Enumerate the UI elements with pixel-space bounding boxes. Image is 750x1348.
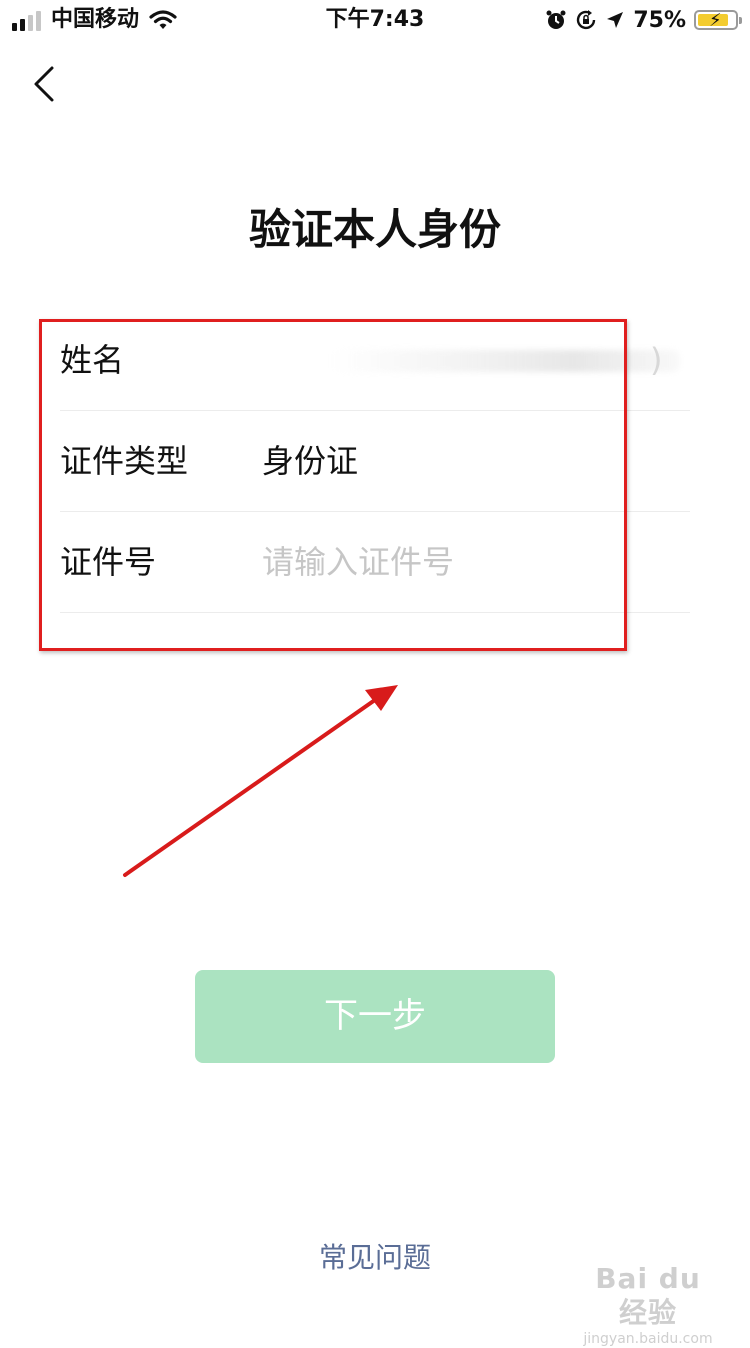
name-value-partial: ) (650, 341, 663, 379)
location-icon (607, 12, 624, 28)
status-bar: 中国移动 下午7:43 75% ⚡ (0, 0, 750, 40)
baidu-jingyan-watermark: Bai du 经验 jingyan.baidu.com (578, 1262, 718, 1348)
annotation-highlight-box (39, 319, 627, 651)
battery-percent: 75% (633, 7, 686, 33)
page-title: 验证本人身份 (248, 205, 501, 254)
battery-icon: ⚡ (694, 10, 742, 31)
back-button[interactable] (22, 60, 70, 108)
watermark-url: jingyan.baidu.com (583, 1331, 713, 1347)
watermark-logo: Bai du 经验 (595, 1262, 701, 1329)
next-step-button[interactable]: 下一步 (195, 970, 555, 1063)
orientation-lock-icon (577, 10, 596, 30)
alarm-icon (546, 10, 566, 29)
status-right: 75% ⚡ (545, 5, 742, 35)
chevron-left-icon (34, 66, 54, 102)
